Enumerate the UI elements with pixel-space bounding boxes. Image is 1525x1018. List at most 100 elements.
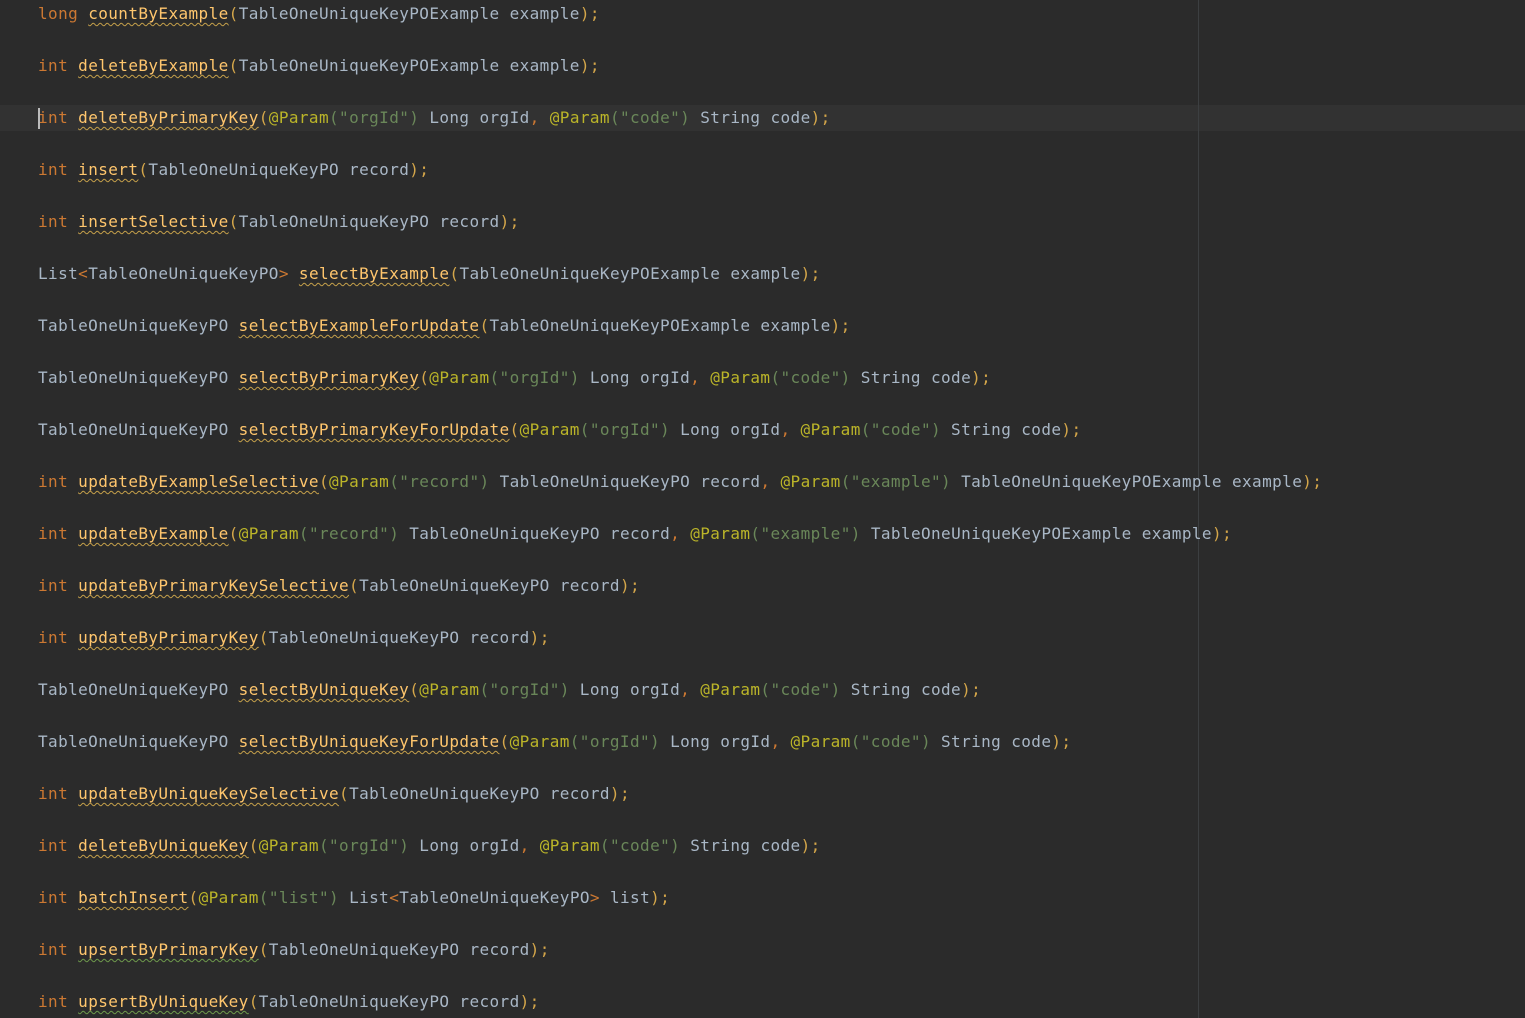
code-token: int <box>38 576 69 595</box>
code-token: TableOneUniqueKeyPOExample example <box>951 472 1303 491</box>
code-token: int <box>38 888 69 907</box>
code-line[interactable]: int upsertByPrimaryKey(TableOneUniqueKey… <box>38 936 1322 988</box>
code-token: int <box>38 992 69 1011</box>
method-name: countByExample <box>88 4 229 23</box>
code-token: @Param <box>268 108 329 127</box>
code-token: ("code") <box>860 420 942 439</box>
method-name: selectByExampleForUpdate <box>238 316 480 335</box>
code-line[interactable]: int upsertByUniqueKey(TableOneUniqueKeyP… <box>38 988 1322 1018</box>
code-line[interactable]: TableOneUniqueKeyPO selectByPrimaryKey(@… <box>38 364 1322 416</box>
code-token: ("code") <box>850 732 931 751</box>
code-token: @Param <box>509 732 570 751</box>
code-token: ); <box>1051 732 1072 751</box>
code-token: ); <box>961 680 982 699</box>
code-token: ); <box>579 4 600 23</box>
code-token: ( <box>228 212 239 231</box>
code-line[interactable]: int deleteByExample(TableOneUniqueKeyPOE… <box>38 52 1322 104</box>
code-line[interactable]: int insertSelective(TableOneUniqueKeyPO … <box>38 208 1322 260</box>
code-token: TableOneUniqueKeyPO record <box>258 992 520 1011</box>
code-token: ( <box>409 680 420 699</box>
code-line[interactable]: int updateByUniqueKeySelective(TableOneU… <box>38 780 1322 832</box>
code-lines[interactable]: long countByExample(TableOneUniqueKeyPOE… <box>38 0 1322 1018</box>
code-token: TableOneUniqueKeyPOExample example <box>860 524 1212 543</box>
code-line[interactable]: TableOneUniqueKeyPO selectByPrimaryKeyFo… <box>38 416 1322 468</box>
code-token: , <box>780 420 801 439</box>
code-token: ); <box>800 836 821 855</box>
code-token: ( <box>228 56 239 75</box>
code-token: ( <box>318 472 329 491</box>
code-token: Long orgId <box>409 836 520 855</box>
code-token: , <box>529 108 550 127</box>
code-token: int <box>38 108 69 127</box>
code-token: String code <box>840 680 962 699</box>
code-line[interactable]: int updateByExample(@Param("record") Tab… <box>38 520 1322 572</box>
code-line[interactable]: int updateByPrimaryKey(TableOneUniqueKey… <box>38 624 1322 676</box>
code-token: TableOneUniqueKeyPOExample example <box>489 316 831 335</box>
code-token: ( <box>248 992 259 1011</box>
code-token: ( <box>339 784 350 803</box>
method-name: deleteByPrimaryKey <box>78 108 259 127</box>
code-token: int <box>38 524 69 543</box>
code-line[interactable]: int batchInsert(@Param("list") List<Tabl… <box>38 884 1322 936</box>
code-token: ("orgId") <box>479 680 570 699</box>
code-token: @Param <box>780 472 841 491</box>
code-token: < <box>78 264 89 283</box>
method-name: selectByUniqueKeyForUpdate <box>238 732 500 751</box>
code-token: ("record") <box>298 524 400 543</box>
method-name: upsertByPrimaryKey <box>78 940 259 959</box>
code-line[interactable]: int insert(TableOneUniqueKeyPO record); <box>38 156 1322 208</box>
code-line[interactable]: TableOneUniqueKeyPO selectByUniqueKey(@P… <box>38 676 1322 728</box>
code-token: Long orgId <box>419 108 530 127</box>
code-token: TableOneUniqueKeyPO <box>399 888 590 907</box>
code-token: Long orgId <box>660 732 771 751</box>
code-token: int <box>38 628 69 647</box>
code-line[interactable]: long countByExample(TableOneUniqueKeyPOE… <box>38 0 1322 52</box>
code-line[interactable]: TableOneUniqueKeyPO selectByExampleForUp… <box>38 312 1322 364</box>
code-token: int <box>38 160 69 179</box>
code-token: TableOneUniqueKeyPO <box>38 732 239 751</box>
code-token: ); <box>800 264 821 283</box>
code-token: ("example") <box>840 472 952 491</box>
code-line[interactable]: int deleteByUniqueKey(@Param("orgId") Lo… <box>38 832 1322 884</box>
code-token: @Param <box>329 472 390 491</box>
code-line[interactable]: TableOneUniqueKeyPO selectByUniqueKeyFor… <box>38 728 1322 780</box>
code-line[interactable]: int updateByPrimaryKeySelective(TableOne… <box>38 572 1322 624</box>
code-token: TableOneUniqueKeyPO <box>88 264 279 283</box>
code-token: , <box>519 836 540 855</box>
code-token: ); <box>971 368 992 387</box>
code-token: ( <box>449 264 460 283</box>
code-token: , <box>690 368 711 387</box>
code-line[interactable]: List<TableOneUniqueKeyPO> selectByExampl… <box>38 260 1322 312</box>
code-token: ("code") <box>770 368 851 387</box>
code-token: ( <box>258 628 269 647</box>
method-name: deleteByUniqueKey <box>78 836 249 855</box>
code-token: List <box>38 264 79 283</box>
code-token: ("orgId") <box>579 420 671 439</box>
code-token: , <box>670 524 691 543</box>
code-token: TableOneUniqueKeyPO record <box>148 160 410 179</box>
code-token: Long orgId <box>670 420 781 439</box>
code-token: ); <box>519 992 540 1011</box>
code-token: TableOneUniqueKeyPO record <box>489 472 761 491</box>
method-name: updateByUniqueKeySelective <box>78 784 340 803</box>
code-token: @Param <box>419 680 480 699</box>
code-token: TableOneUniqueKeyPO record <box>359 576 620 595</box>
code-editor[interactable]: long countByExample(TableOneUniqueKeyPOE… <box>0 0 1525 1018</box>
code-token: ("orgId") <box>318 836 410 855</box>
code-token: @Param <box>238 524 299 543</box>
code-token: ( <box>499 732 510 751</box>
code-token: ("example") <box>750 524 861 543</box>
code-token: int <box>38 836 69 855</box>
code-line[interactable]: int deleteByPrimaryKey(@Param("orgId") L… <box>38 104 1322 156</box>
code-line[interactable]: int updateByExampleSelective(@Param("rec… <box>38 468 1322 520</box>
code-token: ); <box>579 56 600 75</box>
method-name: selectByExample <box>298 264 450 283</box>
method-name: selectByUniqueKey <box>238 680 410 699</box>
code-token: ); <box>810 108 831 127</box>
